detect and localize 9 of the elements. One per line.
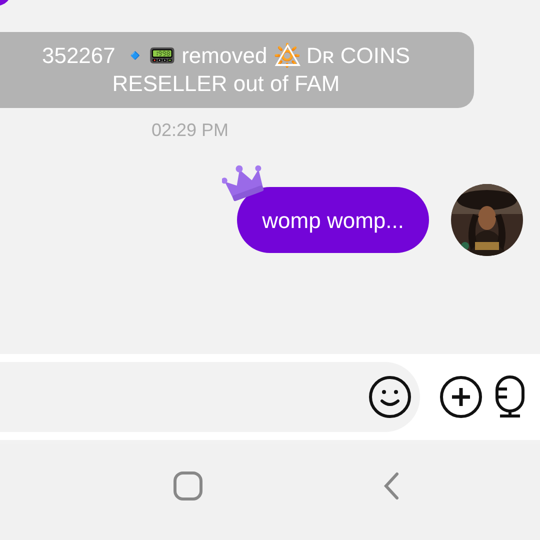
back-icon[interactable]	[382, 471, 400, 501]
message-input-field[interactable]	[0, 362, 420, 432]
timestamp: 02:29 PM	[151, 119, 229, 142]
add-icon[interactable]	[439, 375, 483, 419]
system-message: 352267 🔹📟 removed 🔆⃤ Dʀ COINS RESELLER out of FAM	[40, 42, 412, 98]
home-icon[interactable]	[173, 471, 203, 501]
microphone-icon[interactable]	[495, 375, 525, 419]
message-bubble: womp womp...	[237, 187, 429, 253]
emoji-icon[interactable]	[368, 375, 412, 419]
